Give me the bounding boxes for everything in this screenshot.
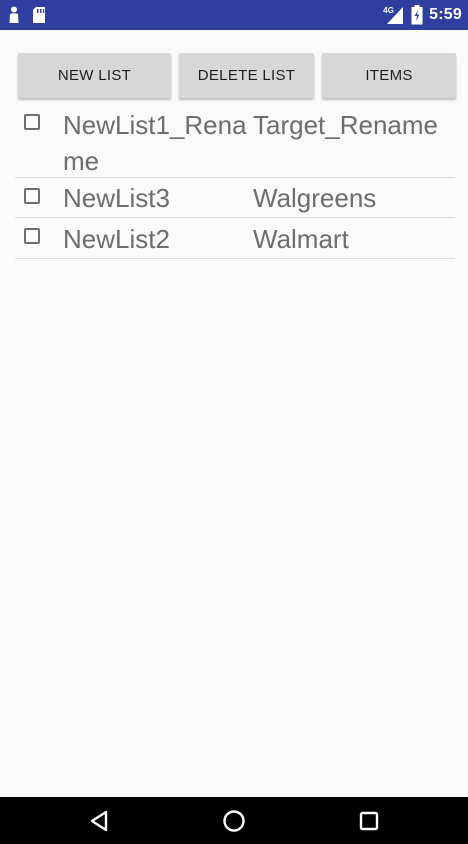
list-name: NewList2 <box>63 224 170 254</box>
list-name: NewList1_Rename <box>63 110 247 176</box>
list-item-checkbox[interactable] <box>24 188 40 204</box>
battery-charging-icon <box>411 5 423 25</box>
store-name: Walmart <box>253 224 349 254</box>
items-button[interactable]: ITEMS <box>322 53 456 98</box>
new-list-button[interactable]: NEW LIST <box>18 53 171 98</box>
list-item-checkbox[interactable] <box>24 228 40 244</box>
list-name: NewList3 <box>63 183 170 213</box>
list-item[interactable]: NewList1_Rename Target_Rename <box>15 106 455 178</box>
navigation-bar <box>0 797 468 844</box>
system-status: 4G 5:59 <box>383 4 462 26</box>
status-bar: 4G 5:59 <box>0 0 468 30</box>
recents-icon[interactable] <box>356 808 382 834</box>
home-icon[interactable] <box>221 808 247 834</box>
shopping-list: NewList1_Rename Target_Rename NewList3 W… <box>15 106 455 259</box>
list-item[interactable]: NewList3 Walgreens <box>15 178 455 218</box>
list-item[interactable]: NewList2 Walmart <box>15 218 455 259</box>
notification-icons <box>8 5 46 25</box>
delete-list-button[interactable]: DELETE LIST <box>179 53 314 98</box>
person-icon <box>9 6 19 23</box>
sd-card-icon <box>33 7 45 23</box>
list-item-checkbox[interactable] <box>24 114 40 130</box>
signal-icon: 4G <box>383 5 405 25</box>
clock: 5:59 <box>429 6 462 23</box>
store-name: Target_Rename <box>253 110 438 140</box>
store-name: Walgreens <box>253 183 377 213</box>
back-icon[interactable] <box>87 808 113 834</box>
